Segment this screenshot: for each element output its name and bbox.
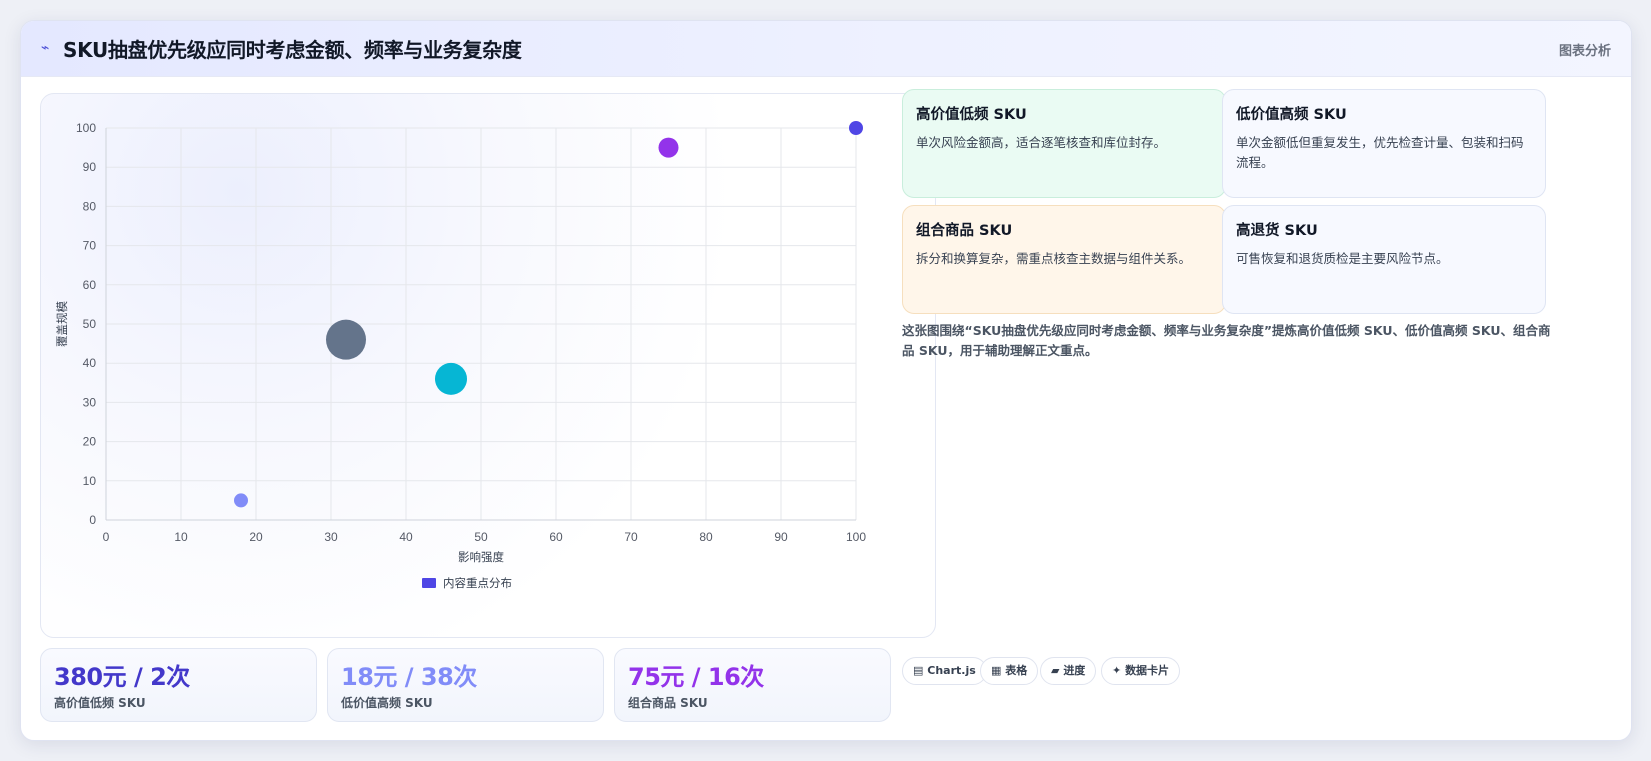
legend-label[interactable]: 内容重点分布 [443,576,512,590]
bubble-chart: 0 10 20 30 40 50 60 70 80 90 100 0 10 20 30 40 50 60 70 80… [55,121,867,590]
x-axis-label: 影响强度 [458,550,504,564]
y-tick-label: 30 [83,395,97,409]
card-desc: 单次金额低但重复发生，优先检查计量、包装和扫码流程。 [1236,135,1524,170]
x-tick-label: 100 [846,530,866,544]
chart-card: 0 10 20 30 40 50 60 70 80 90 100 0 10 20 30 40 50 60 70 80… [40,93,936,638]
card-desc: 拆分和换算复杂，需重点核查主数据与组件关系。 [916,251,1192,266]
card-title: 高价值低频 SKU [916,107,1027,123]
y-tick-label: 60 [83,278,97,292]
x-axis-ticks: 0 10 20 30 40 50 60 70 80 90 100 [103,530,867,544]
progress-icon: ▰ [1051,664,1060,677]
x-tick-label: 10 [174,530,188,544]
info-card-low-value: 低价值高频 SKU 单次金额低但重复发生，优先检查计量、包装和扫码流程。 [1222,89,1546,198]
y-tick-label: 80 [83,199,97,213]
panel-header: ⌁ SKU抽盘优先级应同时考虑金额、频率与业务复杂度 图表分析 [21,21,1631,77]
stat-label: 高价值低频 SKU [54,696,146,710]
y-tick-label: 20 [83,435,97,449]
x-tick-label: 80 [699,530,713,544]
chart-icon: ▤ [913,664,924,677]
chip-chartjs[interactable]: ▤ Chart.js [902,657,987,685]
bubble-point[interactable] [326,319,366,360]
stat-card-bundle: 75元 / 16次 组合商品 SKU [614,648,891,722]
y-tick-label: 10 [83,474,97,488]
chart-icon: ⌁ [41,40,50,56]
stat-value: 18元 / 38次 [341,663,477,691]
chart-grid [105,127,857,521]
chip-label: 表格 [1005,664,1028,677]
stat-value: 380元 / 2次 [54,663,190,691]
chip-table[interactable]: ▦ 表格 [980,657,1039,685]
x-tick-label: 90 [774,530,788,544]
chip-label: 数据卡片 [1125,664,1170,677]
y-axis-label: 覆盖规模 [55,301,69,347]
card-title: 高退货 SKU [1236,223,1318,239]
x-tick-label: 60 [549,530,563,544]
legend-swatch[interactable] [422,578,436,588]
info-card-bundle: 组合商品 SKU 拆分和换算复杂，需重点核查主数据与组件关系。 [902,205,1226,314]
chart-summary: 这张图围绕“SKU抽盘优先级应同时考虑金额、频率与业务复杂度”提炼高价值低频 S… [902,323,1551,358]
bubble-point[interactable] [658,137,679,158]
chip-label: 进度 [1063,664,1086,677]
card-title: 组合商品 SKU [916,223,1013,239]
y-tick-label: 40 [83,356,97,370]
stat-card-high-value: 380元 / 2次 高价值低频 SKU [40,648,317,722]
y-tick-label: 90 [83,160,97,174]
chip-progress[interactable]: ▰ 进度 [1040,657,1097,685]
bubble-point[interactable] [849,121,863,135]
stat-label: 低价值高频 SKU [341,696,433,710]
x-tick-label: 40 [399,530,413,544]
x-tick-label: 20 [249,530,263,544]
info-card-high-value: 高价值低频 SKU 单次风险金额高，适合逐笔核查和库位封存。 [902,89,1226,198]
y-axis-ticks: 0 10 20 30 40 50 60 70 80 90 100 [76,121,96,527]
card-desc: 单次风险金额高，适合逐笔核查和库位封存。 [916,135,1167,150]
stat-value: 75元 / 16次 [628,663,764,691]
stat-label: 组合商品 SKU [628,696,708,710]
x-tick-label: 70 [624,530,638,544]
bubble-point[interactable] [234,493,248,508]
card-desc: 可售恢复和退货质检是主要风险节点。 [1236,251,1449,266]
x-tick-label: 0 [103,530,110,544]
x-tick-label: 50 [474,530,488,544]
sparkle-icon: ✦ [1112,664,1122,677]
bubble-point[interactable] [435,362,467,395]
y-tick-label: 50 [83,317,97,331]
x-tick-label: 30 [324,530,338,544]
card-title: 低价值高频 SKU [1236,107,1347,123]
info-card-high-return: 高退货 SKU 可售恢复和退货质检是主要风险节点。 [1222,205,1546,314]
y-tick-label: 100 [76,121,96,135]
table-icon: ▦ [991,664,1002,677]
chip-label: Chart.js [927,664,976,677]
report-panel: ⌁ SKU抽盘优先级应同时考虑金额、频率与业务复杂度 图表分析 0 10 20 30 4… [20,20,1632,741]
y-tick-label: 0 [89,513,96,527]
y-tick-label: 70 [83,239,97,253]
data-points [234,121,863,508]
stat-card-low-value: 18元 / 38次 低价值高频 SKU [327,648,604,722]
header-tag: 图表分析 [1558,44,1611,59]
page-title: SKU抽盘优先级应同时考虑金额、频率与业务复杂度 [63,38,522,62]
chip-data-card[interactable]: ✦ 数据卡片 [1101,657,1181,685]
